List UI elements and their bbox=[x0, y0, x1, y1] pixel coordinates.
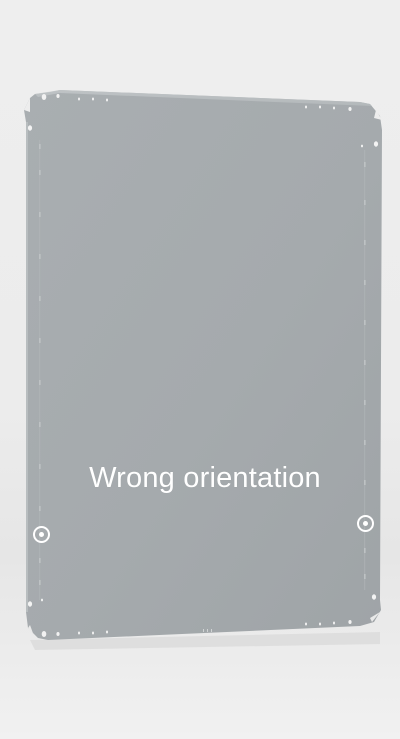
product-view: Wrong orientation bbox=[0, 0, 400, 739]
plate-body bbox=[24, 90, 382, 640]
left-marker-icon bbox=[33, 526, 50, 543]
right-marker-icon bbox=[357, 515, 374, 532]
orientation-caption: Wrong orientation bbox=[89, 462, 321, 494]
mounting-plate bbox=[24, 90, 382, 650]
